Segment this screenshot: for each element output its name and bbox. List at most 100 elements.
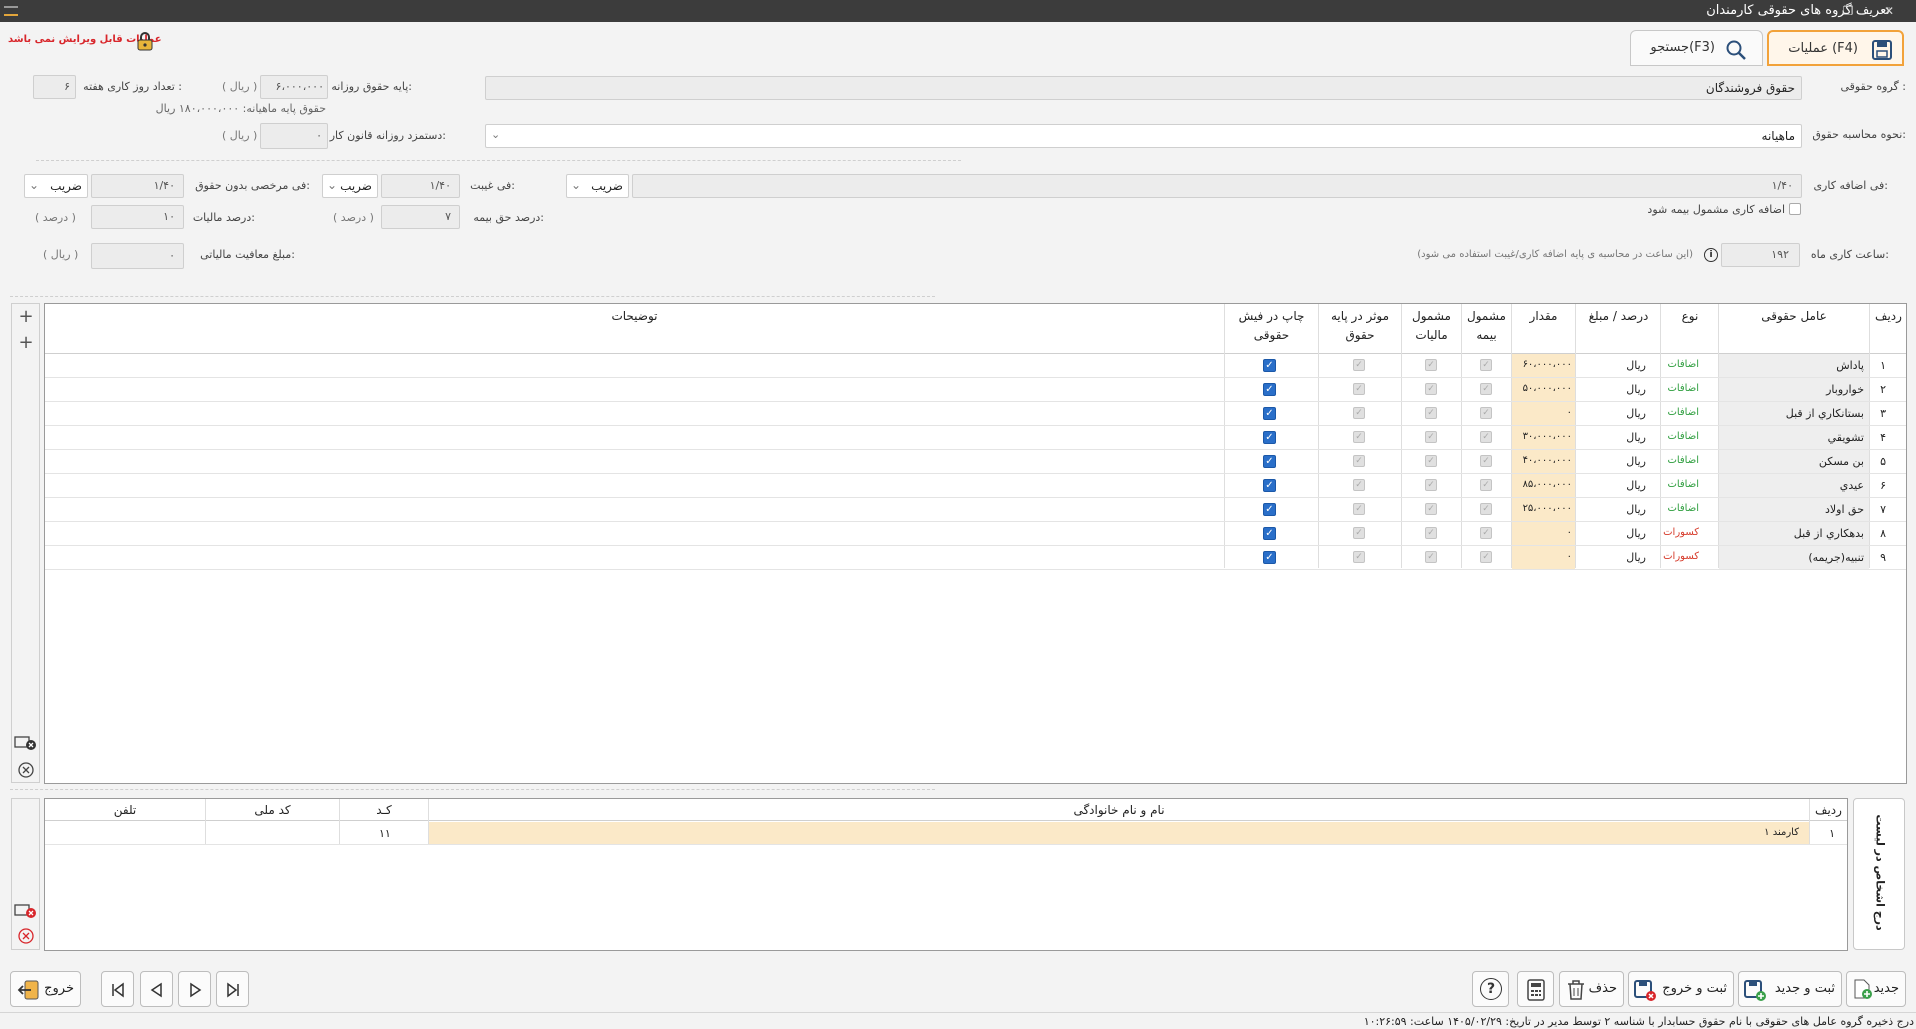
insert-staff-button[interactable]: درج اشخاص در لیست <box>1853 798 1905 950</box>
base-checkbox[interactable]: ✓ <box>1353 455 1365 467</box>
save-and-exit-button[interactable]: ثبت و خروج <box>1628 971 1734 1007</box>
col-type[interactable]: نوع <box>1662 309 1718 323</box>
row-amount[interactable]: ۲۵،۰۰۰،۰۰۰ <box>1523 503 1572 514</box>
help-button[interactable]: ? <box>1472 971 1509 1007</box>
insurance-checkbox[interactable]: ✓ <box>1480 359 1492 371</box>
base-checkbox[interactable]: ✓ <box>1353 359 1365 371</box>
row-amount[interactable]: ۵۰،۰۰۰،۰۰۰ <box>1523 383 1572 394</box>
new-button[interactable]: جدید <box>1846 971 1906 1007</box>
row-amount[interactable]: ۰ <box>1567 527 1572 538</box>
row-amount[interactable]: ۰ <box>1567 407 1572 418</box>
tax-checkbox[interactable]: ✓ <box>1425 455 1437 467</box>
insurance-pct-field[interactable]: ۷ <box>381 205 460 229</box>
print-checkbox[interactable]: ✓ <box>1263 431 1276 444</box>
table-row[interactable]: ۸ بدهكاري از قبل کسورات ریال ۰ ✓ ✓ ✓ ✓ <box>45 522 1906 546</box>
delete-button[interactable]: حذف <box>1559 971 1624 1007</box>
monthly-hours-field[interactable]: ۱۹۲ <box>1721 243 1800 267</box>
calc-method-select[interactable]: ماهیانه ⌄ <box>485 124 1802 148</box>
save-and-new-button[interactable]: ثبت و جدید <box>1738 971 1842 1007</box>
col-row[interactable]: ردیف <box>1871 309 1906 323</box>
print-checkbox[interactable]: ✓ <box>1263 455 1276 468</box>
next-record-button[interactable] <box>178 971 211 1007</box>
print-checkbox[interactable]: ✓ <box>1263 479 1276 492</box>
base-checkbox[interactable]: ✓ <box>1353 551 1365 563</box>
tax-checkbox[interactable]: ✓ <box>1425 431 1437 443</box>
print-checkbox[interactable]: ✓ <box>1263 503 1276 516</box>
unpaid-leave-field[interactable]: ۱/۴۰ <box>91 174 184 198</box>
close-button[interactable]: ✕ <box>1876 2 1902 20</box>
calculator-button[interactable] <box>1517 971 1554 1007</box>
legal-wage-field[interactable]: ۰ <box>260 123 328 149</box>
table-row[interactable]: ۷ حق اولاد اضافات ریال ۲۵،۰۰۰،۰۰۰ ✓ ✓ ✓ ✓ <box>45 498 1906 522</box>
tax-checkbox[interactable]: ✓ <box>1425 383 1437 395</box>
base-checkbox[interactable]: ✓ <box>1353 527 1365 539</box>
table-row[interactable]: ۱ کارمند ۱ ۱۱ <box>45 822 1847 845</box>
staff-col-code[interactable]: کـد <box>340 803 428 817</box>
absence-field[interactable]: ۱/۴۰ <box>381 174 460 198</box>
table-row[interactable]: ۳ بستانكاري از قبل اضافات ریال ۰ ✓ ✓ ✓ ✓ <box>45 402 1906 426</box>
unpaid-leave-mode-select[interactable]: ضریب ⌄ <box>24 174 88 198</box>
tax-checkbox[interactable]: ✓ <box>1425 479 1437 491</box>
staff-col-name[interactable]: نام و نام خانوادگی <box>429 803 1809 817</box>
col-tax[interactable]: مشمول <box>1402 309 1461 323</box>
col-pct-amount[interactable]: درصد / مبلغ <box>1577 309 1660 323</box>
overtime-mode-select[interactable]: ضریب ⌄ <box>566 174 629 198</box>
insurance-checkbox[interactable]: ✓ <box>1480 407 1492 419</box>
group-field[interactable]: حقوق فروشندگان <box>485 76 1802 100</box>
insurance-checkbox[interactable]: ✓ <box>1480 551 1492 563</box>
first-record-button[interactable] <box>101 971 134 1007</box>
tax-checkbox[interactable]: ✓ <box>1425 527 1437 539</box>
insurance-checkbox[interactable]: ✓ <box>1480 455 1492 467</box>
row-amount[interactable]: ۰ <box>1567 551 1572 562</box>
table-row[interactable]: ۴ تشويقي اضافات ریال ۳۰،۰۰۰،۰۰۰ ✓ ✓ ✓ ✓ <box>45 426 1906 450</box>
col-description[interactable]: توضیحات <box>45 309 1224 323</box>
overtime-field[interactable]: ۱/۴۰ <box>632 174 1802 198</box>
tax-checkbox[interactable]: ✓ <box>1425 359 1437 371</box>
base-checkbox[interactable]: ✓ <box>1353 407 1365 419</box>
exit-button[interactable]: خروج <box>10 971 81 1007</box>
remove-list-icon[interactable] <box>14 902 38 920</box>
tab-search[interactable]: جستجو(F3) <box>1630 30 1763 66</box>
col-print[interactable]: چاپ در فیش <box>1225 309 1318 323</box>
workdays-field[interactable]: ۶ <box>33 75 76 99</box>
table-row[interactable]: ۹ تنبيه(جريمه) کسورات ریال ۰ ✓ ✓ ✓ ✓ <box>45 546 1906 570</box>
absence-mode-select[interactable]: ضریب ⌄ <box>322 174 378 198</box>
staff-col-row[interactable]: ردیف <box>1810 803 1847 817</box>
insurance-checkbox[interactable]: ✓ <box>1480 383 1492 395</box>
print-checkbox[interactable]: ✓ <box>1263 551 1276 564</box>
tab-operations[interactable]: عملیات (F4) <box>1767 30 1904 66</box>
col-amount[interactable]: مقدار <box>1512 309 1575 323</box>
col-factor[interactable]: عامل حقوقی <box>1720 309 1868 323</box>
base-checkbox[interactable]: ✓ <box>1353 503 1365 515</box>
delete-row-icon[interactable] <box>17 927 35 945</box>
print-checkbox[interactable]: ✓ <box>1263 527 1276 540</box>
table-row[interactable]: ۱ پاداش اضافات ریال ۶۰،۰۰۰،۰۰۰ ✓ ✓ ✓ ✓ <box>45 354 1906 378</box>
insurance-checkbox[interactable]: ✓ <box>1480 527 1492 539</box>
table-row[interactable]: ۶ عيدي اضافات ریال ۸۵،۰۰۰،۰۰۰ ✓ ✓ ✓ ✓ <box>45 474 1906 498</box>
base-checkbox[interactable]: ✓ <box>1353 479 1365 491</box>
daily-base-field[interactable]: ۶،۰۰۰،۰۰۰ <box>260 75 328 99</box>
row-amount[interactable]: ۳۰،۰۰۰،۰۰۰ <box>1523 431 1572 442</box>
restore-button[interactable]: ❐ <box>1835 2 1861 20</box>
last-record-button[interactable] <box>216 971 249 1007</box>
row-amount[interactable]: ۸۵،۰۰۰،۰۰۰ <box>1523 479 1572 490</box>
tax-checkbox[interactable]: ✓ <box>1425 503 1437 515</box>
print-checkbox[interactable]: ✓ <box>1263 407 1276 420</box>
col-base[interactable]: موثر در پایه <box>1319 309 1401 323</box>
base-checkbox[interactable]: ✓ <box>1353 383 1365 395</box>
print-checkbox[interactable]: ✓ <box>1263 383 1276 396</box>
info-icon[interactable]: i <box>1704 248 1718 262</box>
row-amount[interactable]: ۴۰،۰۰۰،۰۰۰ <box>1523 455 1572 466</box>
insurance-checkbox[interactable]: ✓ <box>1480 431 1492 443</box>
tax-checkbox[interactable]: ✓ <box>1425 551 1437 563</box>
tax-pct-field[interactable]: ۱۰ <box>91 205 184 229</box>
remove-list-icon[interactable] <box>14 734 38 752</box>
table-row[interactable]: ۵ بن مسكن اضافات ریال ۴۰،۰۰۰،۰۰۰ ✓ ✓ ✓ ✓ <box>45 450 1906 474</box>
insurance-checkbox[interactable]: ✓ <box>1480 479 1492 491</box>
row-amount[interactable]: ۶۰،۰۰۰،۰۰۰ <box>1523 359 1572 370</box>
base-checkbox[interactable]: ✓ <box>1353 431 1365 443</box>
insurance-checkbox[interactable]: ✓ <box>1480 503 1492 515</box>
add-row-icon[interactable]: + <box>17 308 35 326</box>
staff-col-national[interactable]: کد ملی <box>206 803 339 817</box>
tax-exempt-field[interactable]: ۰ <box>91 243 184 269</box>
